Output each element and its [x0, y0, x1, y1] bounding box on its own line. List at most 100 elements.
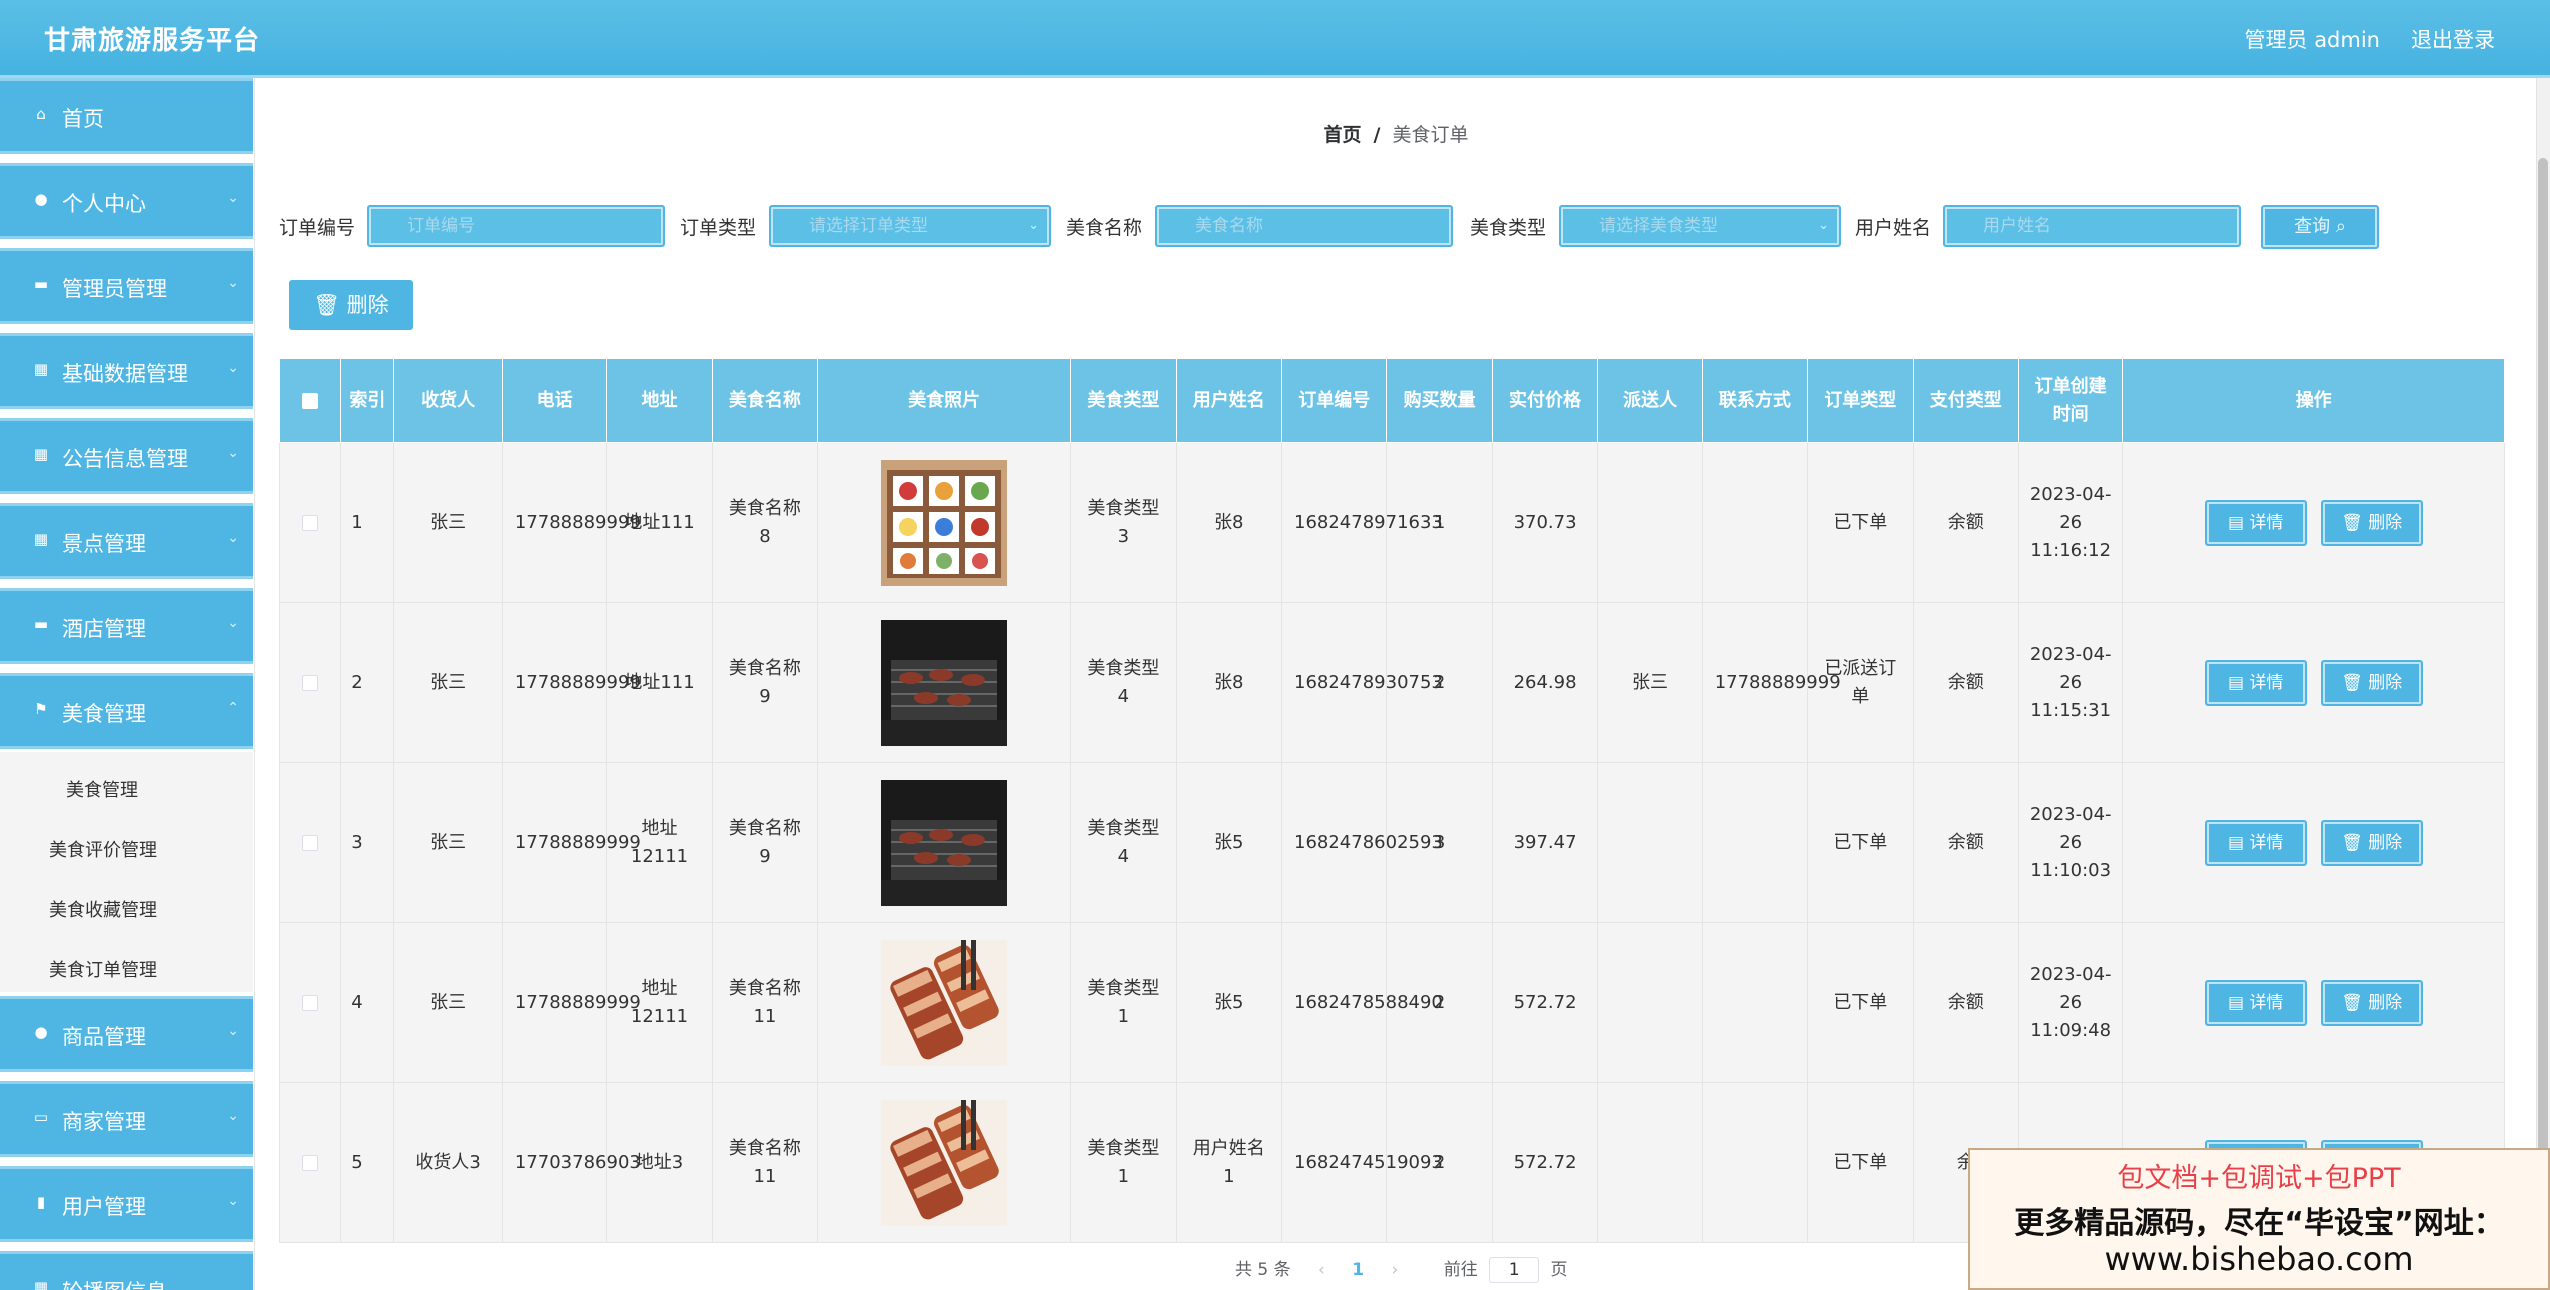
document-icon: ▤ — [2227, 672, 2250, 693]
sidebar-item-label: 首页 — [62, 107, 104, 131]
detail-button-label: 详情 — [2249, 992, 2284, 1013]
column-header: 美食类型 — [1070, 358, 1177, 443]
query-button[interactable]: 查询 ⌕ — [2261, 205, 2379, 249]
order-type-select[interactable]: 请选择订单类型 ⌄ — [769, 205, 1051, 247]
cell-courier — [1597, 922, 1703, 1083]
sidebar-item-label: 公告信息管理 — [62, 447, 188, 471]
cell-order-no: 1682474519093 — [1280, 1082, 1443, 1243]
prev-page-button[interactable]: ‹ — [1318, 1256, 1325, 1284]
cell-price: 264.98 — [1491, 602, 1599, 763]
cell-phone: 17703786903 — [501, 1082, 641, 1243]
cell-contact — [1701, 762, 1809, 923]
order-type-label: 订单类型 — [680, 217, 757, 239]
select-all-checkbox[interactable] — [302, 392, 319, 409]
pagination-total: 共 5 条 — [1235, 1260, 1291, 1280]
submenu-item-food[interactable]: 美食管理 — [66, 776, 138, 802]
image-icon: ▦ — [33, 1278, 49, 1290]
row-checkbox[interactable] — [302, 1154, 319, 1171]
food-submenu: 美食管理 美食评价管理 美食收藏管理 美食订单管理 — [0, 752, 253, 992]
sidebar-item-profile[interactable]: ● 个人中心 ⌄ — [0, 163, 253, 239]
food-photo — [881, 619, 1008, 746]
column-header: 订单类型 — [1807, 358, 1914, 443]
cell-actions: ▤ 详情 🗑 删除 — [2122, 762, 2505, 923]
sidebar-item-carousel[interactable]: ▦ 轮播图信息 — [0, 1251, 253, 1290]
cell-actions: ▤ 详情 🗑 删除 — [2122, 442, 2505, 603]
cell-select — [278, 922, 342, 1083]
detail-button[interactable]: ▤ 详情 — [2204, 659, 2307, 706]
search-icon: ⌕ — [2335, 216, 2346, 237]
cell-select — [278, 762, 342, 923]
sidebar-item-home[interactable]: ⌂ 首页 — [0, 78, 253, 154]
orders-table: 索引 收货人 电话 地址 美食名称 美食照片 美食类型 用户姓名 订单编号 购买… — [278, 358, 2505, 1243]
cell-actions: ▤ 详情 🗑 删除 — [2122, 602, 2505, 763]
row-checkbox[interactable] — [302, 834, 319, 851]
sidebar-item-label: 美食管理 — [62, 702, 146, 726]
detail-button[interactable]: ▤ 详情 — [2204, 499, 2307, 546]
bar-chart-icon: ▮ — [36, 1193, 46, 1211]
cell-pay-type: 余额 — [1912, 442, 2019, 603]
breadcrumb-home[interactable]: 首页 — [1324, 124, 1362, 146]
cell-food-photo — [817, 602, 1072, 763]
cell-courier — [1597, 762, 1703, 923]
next-page-button[interactable]: › — [1392, 1256, 1399, 1284]
cell-phone: 17788889999 — [501, 762, 641, 923]
cell-receiver: 收货人3 — [393, 1082, 503, 1243]
current-user: 管理员 admin — [2244, 28, 2380, 52]
sidebar-item-hotels[interactable]: ▬ 酒店管理 ⌄ — [0, 588, 253, 664]
goto-label: 前往 — [1443, 1260, 1478, 1280]
watermark-line-1: 包文档+包调试+包PPT — [2117, 1163, 2401, 1194]
row-delete-button[interactable]: 🗑 删除 — [2320, 659, 2423, 706]
row-delete-button[interactable]: 🗑 删除 — [2320, 979, 2423, 1026]
grid-icon: ▦ — [33, 360, 49, 378]
row-checkbox[interactable] — [302, 674, 319, 691]
document-icon: ▤ — [2227, 992, 2250, 1013]
row-delete-button[interactable]: 🗑 删除 — [2320, 819, 2423, 866]
sidebar-item-food[interactable]: ⚑ 美食管理 ⌃ — [0, 673, 253, 749]
table-row: 3 张三 17788889999 地址12111 美食名称9 美食类型4 张5 1682478… — [278, 762, 2505, 923]
submenu-item-food-orders[interactable]: 美食订单管理 — [49, 956, 157, 982]
detail-button[interactable]: ▤ 详情 — [2204, 819, 2307, 866]
chevron-down-icon: ⌄ — [1028, 218, 1039, 233]
username-input[interactable]: 用户姓名 — [1943, 205, 2241, 247]
sidebar-item-attractions[interactable]: ▦ 景点管理 ⌄ — [0, 503, 253, 579]
column-header: 美食名称 — [711, 358, 819, 443]
submenu-item-food-reviews[interactable]: 美食评价管理 — [49, 836, 157, 862]
breadcrumb: 首页 / 美食订单 — [255, 120, 2537, 147]
cell-select — [278, 602, 342, 763]
cell-order-no: 1682478930753 — [1280, 602, 1443, 763]
food-name-input[interactable]: 美食名称 — [1155, 205, 1453, 247]
order-no-input[interactable]: 订单编号 — [367, 205, 665, 247]
logout-link[interactable]: 退出登录 — [2411, 24, 2495, 54]
row-delete-button[interactable]: 🗑 删除 — [2320, 499, 2423, 546]
trash-icon: 🗑 — [2341, 672, 2369, 693]
chevron-down-icon: ⌄ — [227, 615, 239, 631]
submenu-item-food-favorites[interactable]: 美食收藏管理 — [49, 896, 157, 922]
document-icon: ▤ — [2227, 832, 2250, 853]
sidebar-item-merchants[interactable]: ▭ 商家管理 ⌄ — [0, 1081, 253, 1157]
cell-food-photo — [817, 762, 1072, 923]
cell-contact — [1701, 1082, 1809, 1243]
cell-index: 3 — [340, 762, 395, 923]
goto-page-input[interactable]: 1 — [1489, 1257, 1540, 1283]
detail-button[interactable]: ▤ 详情 — [2204, 979, 2307, 1026]
food-type-select[interactable]: 请选择美食类型 ⌄ — [1559, 205, 1841, 247]
sidebar-item-admins[interactable]: ▬ 管理员管理 ⌄ — [0, 248, 253, 324]
trash-icon: 🗑 — [2341, 992, 2369, 1013]
sidebar-item-basic-data[interactable]: ▦ 基础数据管理 ⌄ — [0, 333, 253, 409]
sidebar-item-users[interactable]: ▮ 用户管理 ⌄ — [0, 1166, 253, 1242]
page-number-current[interactable]: 1 — [1352, 1256, 1364, 1284]
cell-username: 张5 — [1175, 762, 1283, 923]
sidebar-item-announcements[interactable]: ▦ 公告信息管理 ⌄ — [0, 418, 253, 494]
table-row: 4 张三 17788889999 地址12111 美食名称11 美食类型1 张5 168247… — [278, 922, 2505, 1083]
cell-food-photo — [817, 1082, 1072, 1243]
batch-delete-button[interactable]: 🗑 删除 — [289, 280, 413, 330]
cell-courier: 张三 — [1597, 602, 1703, 763]
row-checkbox[interactable] — [302, 514, 319, 531]
row-checkbox[interactable] — [302, 994, 319, 1011]
cell-pay-type: 余额 — [1912, 922, 2019, 1083]
cell-phone: 17788889999 — [501, 922, 641, 1083]
vertical-scrollbar[interactable] — [2536, 78, 2550, 1290]
sidebar-item-goods[interactable]: ● 商品管理 ⌄ — [0, 996, 253, 1072]
scrollbar-thumb[interactable] — [2538, 158, 2548, 1238]
flag-icon: ⚑ — [34, 700, 48, 718]
